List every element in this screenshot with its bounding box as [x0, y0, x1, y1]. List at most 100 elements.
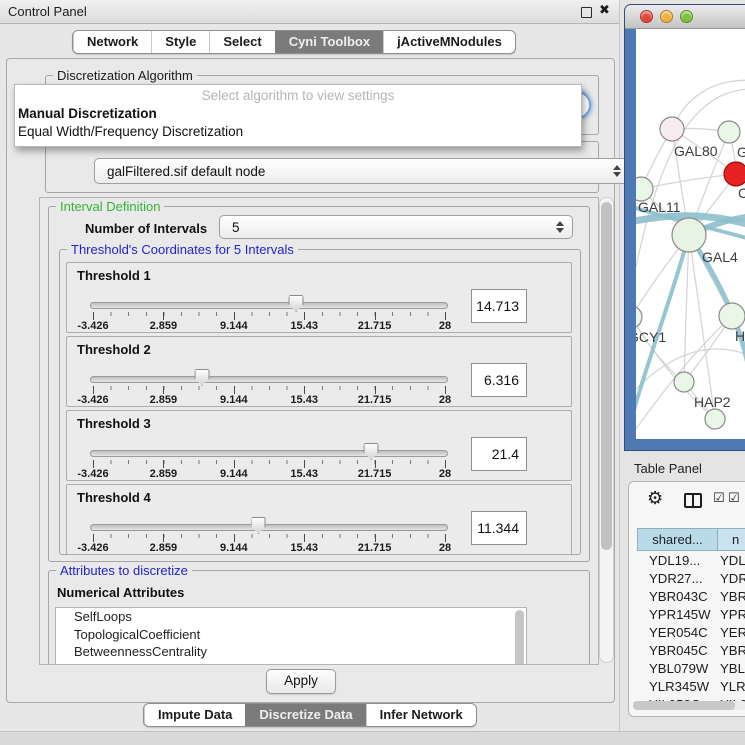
scrollbar-thumb[interactable]: [633, 701, 735, 710]
cell-shared-name[interactable]: YLR345W: [637, 678, 718, 696]
table-row[interactable]: YDR27... YDR2: [637, 570, 745, 588]
threshold-value-field[interactable]: 6.316: [471, 363, 527, 397]
bottom-tab[interactable]: Discretize Data: [245, 704, 365, 726]
panel-scrollbar[interactable]: [599, 197, 614, 663]
threshold-slider[interactable]: [93, 293, 445, 310]
control-panel-tab[interactable]: Style: [151, 31, 209, 53]
major-tick: [234, 312, 235, 320]
cell-name[interactable]: YDR2: [718, 570, 745, 588]
table-row[interactable]: YDL19... YDL1: [637, 552, 745, 570]
tab-label: Impute Data: [158, 707, 232, 722]
float-window-icon[interactable]: [581, 7, 592, 18]
table-row[interactable]: YLR345W YLR3: [637, 678, 745, 696]
slider-track[interactable]: [90, 450, 448, 457]
svg-text:HAP2: HAP2: [694, 394, 731, 410]
major-tick: [93, 386, 94, 394]
table-row[interactable]: YER054C YER0: [637, 624, 745, 642]
scale-label: 28: [439, 320, 451, 332]
threshold-value-field[interactable]: 21.4: [471, 437, 527, 471]
slider-track[interactable]: [90, 376, 448, 383]
table-row[interactable]: YPR145W YPR1: [637, 606, 745, 624]
split-columns-icon[interactable]: [684, 493, 702, 508]
cell-shared-name[interactable]: YDL19...: [637, 552, 718, 570]
cell-shared-name[interactable]: YDR27...: [637, 570, 718, 588]
major-tick: [93, 534, 94, 542]
svg-text:GCY1: GCY1: [636, 329, 666, 345]
attribute-item[interactable]: BetweennessCentrality: [56, 643, 526, 661]
control-panel-tab[interactable]: Select: [209, 31, 274, 53]
table-data-combobox[interactable]: galFiltered.sif default node: [94, 158, 630, 184]
horizontal-scrollbar[interactable]: [633, 701, 745, 710]
cell-shared-name[interactable]: YBR045C: [637, 642, 718, 660]
combo-value: 5: [220, 220, 555, 235]
close-traffic-light[interactable]: [640, 10, 653, 23]
scale-label: 9.144: [220, 542, 248, 554]
major-tick: [163, 312, 164, 320]
attribute-item[interactable]: SelfLoops: [56, 608, 526, 626]
cell-name[interactable]: YBR0: [718, 588, 745, 606]
num-intervals-combobox[interactable]: 5: [219, 215, 573, 239]
checkbox-icon[interactable]: ☑: [713, 491, 725, 506]
slider-thumb[interactable]: [251, 517, 266, 534]
slider-thumb[interactable]: [289, 295, 304, 312]
major-tick: [445, 386, 446, 394]
scale-label: 2.859: [150, 468, 178, 480]
network-canvas[interactable]: GAL80GCGAL11GAL4GCY1HHAP2: [636, 29, 745, 439]
dropdown-option[interactable]: Equal Width/Frequency Discretization: [15, 123, 581, 141]
list-scrollbar[interactable]: [514, 610, 525, 665]
scrollbar-thumb[interactable]: [601, 202, 612, 550]
slider-thumb[interactable]: [195, 369, 210, 386]
threshold-value-field[interactable]: 11.344: [471, 511, 527, 545]
major-tick: [234, 386, 235, 394]
network-window-titlebar[interactable]: [625, 5, 745, 29]
major-tick: [93, 312, 94, 320]
stepper-icon: [612, 165, 621, 177]
cell-name[interactable]: YDL1: [718, 552, 745, 570]
zoom-traffic-light[interactable]: [680, 10, 693, 23]
threshold-label: Threshold 3: [77, 416, 151, 431]
column-header[interactable]: shared...: [637, 528, 718, 551]
slider-track[interactable]: [90, 302, 448, 309]
control-panel-titlebar[interactable]: Control Panel ✖: [0, 0, 619, 24]
cell-shared-name[interactable]: YBR043C: [637, 588, 718, 606]
threshold-slider[interactable]: [93, 441, 445, 458]
slider-scale-labels: -3.4262.8599.14415.4321.71528: [93, 542, 445, 554]
scale-label: -3.426: [77, 468, 108, 480]
control-panel-tab[interactable]: jActiveMNodules: [383, 31, 515, 53]
minimize-traffic-light[interactable]: [660, 10, 673, 23]
threshold-slider[interactable]: [93, 515, 445, 532]
cell-name[interactable]: YBR0: [718, 642, 745, 660]
cell-shared-name[interactable]: YPR145W: [637, 606, 718, 624]
table-row[interactable]: YBR045C YBR0: [637, 642, 745, 660]
slider-thumb[interactable]: [364, 443, 379, 460]
cell-name[interactable]: YER0: [718, 624, 745, 642]
svg-text:GAL80: GAL80: [674, 143, 718, 159]
checkbox-icon[interactable]: ☑: [728, 491, 740, 506]
threshold-list: Threshold 1: [66, 262, 572, 558]
scrollbar-thumb[interactable]: [515, 610, 524, 665]
table-row[interactable]: YBR043C YBR0: [637, 588, 745, 606]
dropdown-option[interactable]: Manual Discretization: [15, 105, 581, 123]
threshold-value-field[interactable]: 14.713: [471, 289, 527, 323]
cell-name[interactable]: YPR1: [718, 606, 745, 624]
slider-track[interactable]: [90, 524, 448, 531]
dropdown-options: Manual Discretization Equal Width/Freque…: [15, 105, 581, 141]
bottom-tab[interactable]: Infer Network: [366, 704, 476, 726]
control-panel-tab[interactable]: Cyni Toolbox: [275, 31, 383, 53]
table-row[interactable]: YBL079W YBL0: [637, 660, 745, 678]
gear-icon[interactable]: ⚙: [647, 488, 663, 509]
settings-scroll-viewport: Interval Definition Number of Intervals …: [39, 197, 599, 665]
column-header[interactable]: n: [718, 528, 745, 551]
threshold-slider[interactable]: [93, 367, 445, 384]
cell-shared-name[interactable]: YER054C: [637, 624, 718, 642]
cell-name[interactable]: YBL0: [718, 660, 745, 678]
cell-name[interactable]: YLR3: [718, 678, 745, 696]
minor-ticks: [93, 386, 446, 390]
attribute-item[interactable]: TopologicalCoefficient: [56, 626, 526, 644]
control-panel-tab[interactable]: Network: [73, 31, 151, 53]
network-svg[interactable]: GAL80GCGAL11GAL4GCY1HHAP2: [636, 29, 745, 439]
close-icon[interactable]: ✖: [599, 3, 610, 18]
cell-shared-name[interactable]: YBL079W: [637, 660, 718, 678]
apply-button[interactable]: Apply: [266, 669, 336, 694]
bottom-tab[interactable]: Impute Data: [144, 704, 245, 726]
